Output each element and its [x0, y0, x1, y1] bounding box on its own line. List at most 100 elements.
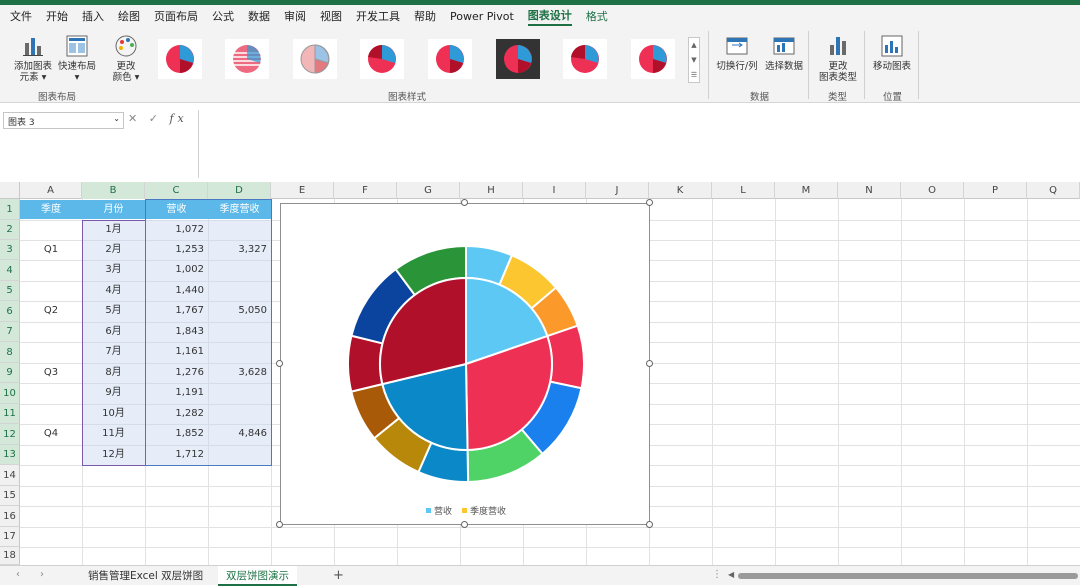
row-header-5[interactable]: 5 [0, 281, 20, 301]
double-pie-chart[interactable] [281, 204, 651, 526]
menu-file[interactable]: 文件 [10, 8, 32, 24]
resize-handle-bottom-right[interactable] [646, 521, 653, 528]
resize-handle-bottom[interactable] [461, 521, 468, 528]
row-header-7[interactable]: 7 [0, 322, 20, 342]
switch-rowcol-icon [726, 37, 748, 55]
menu-chart-design[interactable]: 图表设计 [527, 7, 572, 26]
col-header-o[interactable]: O [901, 182, 964, 199]
menu-power-pivot[interactable]: Power Pivot [450, 10, 514, 23]
styles-scroll[interactable]: ▲ ▼ ☰ [688, 37, 700, 83]
col-header-c[interactable]: C [145, 182, 208, 199]
col-header-k[interactable]: K [649, 182, 712, 199]
cancel-icon[interactable]: ✕ [128, 112, 141, 125]
switch-row-column-button[interactable]: 切换行/列 [714, 33, 760, 72]
scroll-left-icon[interactable]: ◀ [728, 570, 734, 579]
select-data-button[interactable]: 选择数据 [762, 33, 806, 72]
resize-handle-right[interactable] [646, 360, 653, 367]
col-header-i[interactable]: I [523, 182, 586, 199]
header-month[interactable]: 月份 [82, 200, 145, 219]
select-all-corner[interactable] [0, 182, 20, 199]
chart-style-2[interactable] [225, 39, 269, 79]
resize-handle-left[interactable] [276, 360, 283, 367]
col-header-d[interactable]: D [208, 182, 271, 199]
more-icon[interactable]: ⋮ [712, 569, 722, 580]
quarter-cell[interactable]: Q1 [20, 240, 82, 260]
tab-nav-next-icon[interactable]: › [40, 569, 44, 580]
header-quarter[interactable]: 季度 [20, 200, 82, 219]
quick-layout-button[interactable]: 快速布局 ▾ [56, 33, 98, 83]
menu-format[interactable]: 格式 [586, 8, 608, 24]
menu-insert[interactable]: 插入 [82, 8, 104, 24]
row-header-10[interactable]: 10 [0, 383, 20, 404]
menu-draw[interactable]: 绘图 [118, 8, 140, 24]
chart-area[interactable]: 营收 季度营收 [280, 203, 650, 525]
row-header-8[interactable]: 8 [0, 342, 20, 363]
row-header-18[interactable]: 18 [0, 547, 20, 565]
col-header-p[interactable]: P [964, 182, 1027, 199]
chart-style-3[interactable] [293, 39, 337, 79]
menu-home[interactable]: 开始 [46, 8, 68, 24]
sheet-tab-1[interactable]: 销售管理Excel 双层饼图 [80, 566, 211, 586]
menu-review[interactable]: 审阅 [284, 8, 306, 24]
menu-formulas[interactable]: 公式 [212, 8, 234, 24]
row-header-1[interactable]: 1 [0, 199, 20, 220]
chart-style-4[interactable] [360, 39, 404, 79]
chart-style-1[interactable] [158, 39, 202, 79]
menu-help[interactable]: 帮助 [414, 8, 436, 24]
col-header-e[interactable]: E [271, 182, 334, 199]
resize-handle-top-right[interactable] [646, 199, 653, 206]
col-header-q[interactable]: Q [1027, 182, 1080, 199]
outer-ring-slice-4[interactable] [546, 324, 585, 390]
legend-item-quarter-revenue[interactable]: 季度营收 [462, 504, 506, 517]
quarter-cell[interactable]: Q4 [20, 424, 82, 444]
chart-style-8[interactable] [631, 39, 675, 79]
col-header-a[interactable]: A [20, 182, 82, 199]
resize-handle-bottom-left[interactable] [276, 521, 283, 528]
chart-style-5[interactable] [428, 39, 472, 79]
row-header-14[interactable]: 14 [0, 465, 20, 486]
legend-item-revenue[interactable]: 营收 [425, 504, 452, 517]
menu-view[interactable]: 视图 [320, 8, 342, 24]
chart-style-7[interactable] [563, 39, 607, 79]
menu-page-layout[interactable]: 页面布局 [154, 8, 198, 24]
quarter-cell[interactable]: Q2 [20, 301, 82, 321]
fx-icon[interactable]: fx [169, 112, 187, 125]
col-header-j[interactable]: J [586, 182, 649, 199]
chart-style-6[interactable] [496, 39, 540, 79]
change-colors-button[interactable]: 更改 颜色 ▾ [106, 33, 146, 83]
add-chart-element-button[interactable]: 添加图表 元素 ▾ [12, 33, 54, 83]
quarter-cell[interactable]: Q3 [20, 363, 82, 383]
row-header-12[interactable]: 12 [0, 424, 20, 445]
row-header-6[interactable]: 6 [0, 301, 20, 322]
outer-ring-slice-10[interactable] [347, 334, 384, 393]
chart-legend[interactable]: 营收 季度营收 [281, 504, 651, 517]
row-header-3[interactable]: 3 [0, 240, 20, 260]
sheet-tab-2[interactable]: 双层饼图演示 [218, 566, 297, 586]
menu-data[interactable]: 数据 [248, 8, 270, 24]
row-header-16[interactable]: 16 [0, 506, 20, 527]
col-header-b[interactable]: B [82, 182, 145, 199]
row-header-11[interactable]: 11 [0, 404, 20, 424]
col-header-g[interactable]: G [397, 182, 460, 199]
confirm-icon[interactable]: ✓ [149, 112, 162, 125]
col-header-h[interactable]: H [460, 182, 523, 199]
row-header-15[interactable]: 15 [0, 486, 20, 506]
col-header-m[interactable]: M [775, 182, 838, 199]
change-chart-type-button[interactable]: 更改 图表类型 [816, 33, 860, 83]
row-header-17[interactable]: 17 [0, 527, 20, 547]
col-header-f[interactable]: F [334, 182, 397, 199]
add-sheet-icon[interactable]: + [333, 568, 344, 583]
move-chart-button[interactable]: 移动图表 [870, 33, 914, 72]
resize-handle-top[interactable] [461, 199, 468, 206]
row-header-9[interactable]: 9 [0, 363, 20, 383]
row-header-13[interactable]: 13 [0, 445, 20, 465]
col-header-n[interactable]: N [838, 182, 901, 199]
tab-nav-prev-icon[interactable]: ‹ [16, 569, 20, 580]
formula-input[interactable] [198, 110, 1080, 178]
row-header-4[interactable]: 4 [0, 260, 20, 281]
menu-developer[interactable]: 开发工具 [356, 8, 400, 24]
name-box[interactable]: 图表 3 ⌄ [3, 112, 124, 129]
row-header-2[interactable]: 2 [0, 220, 20, 240]
col-header-l[interactable]: L [712, 182, 775, 199]
horizontal-scrollbar[interactable] [738, 573, 1078, 579]
